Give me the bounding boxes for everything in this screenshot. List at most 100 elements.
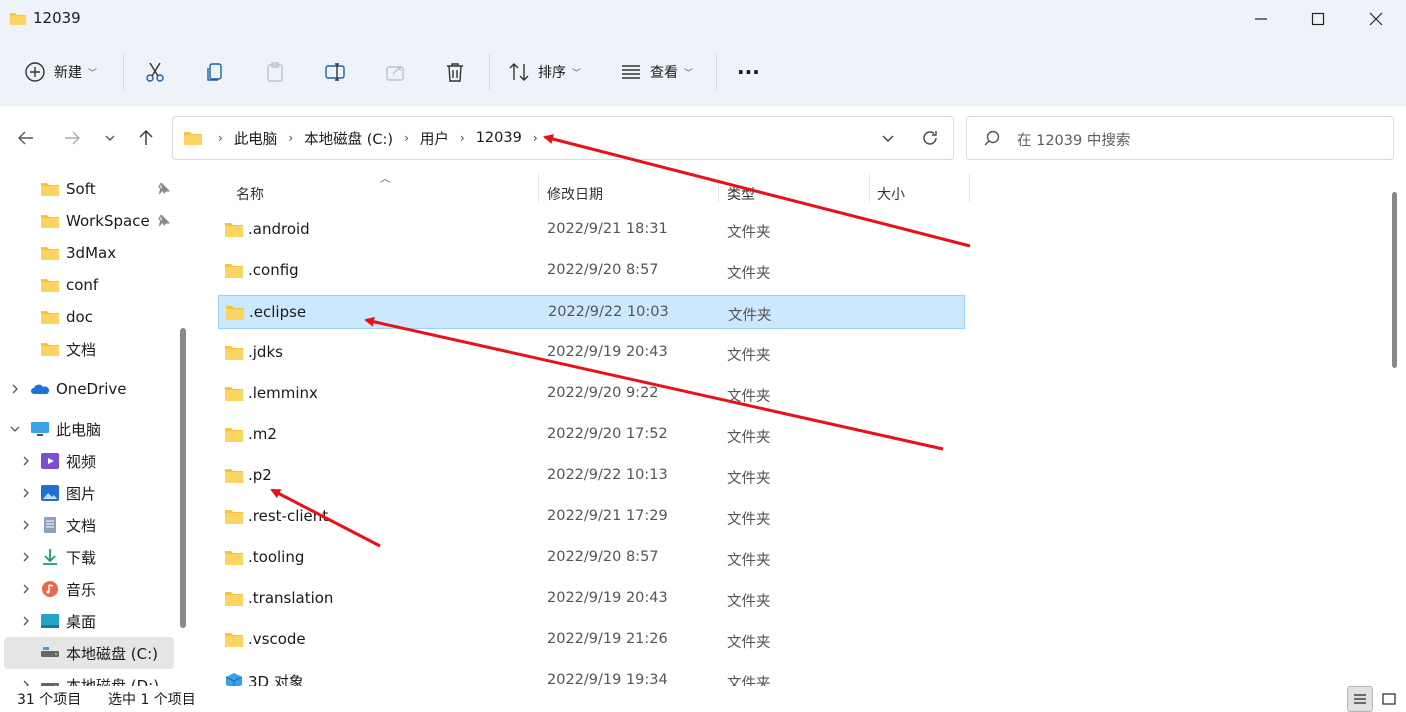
sidebar-scrollbar[interactable] [180, 328, 186, 628]
view-button[interactable]: 查看 ﹀ [620, 52, 693, 92]
sidebar-item-onedrive[interactable]: OneDrive [4, 373, 174, 405]
chevron-down-icon: ﹀ [88, 68, 98, 79]
file-type: 文件夹 [727, 389, 771, 405]
folder-icon [225, 428, 243, 442]
refresh-icon[interactable] [919, 127, 941, 149]
sidebar-item-soft[interactable]: Soft [4, 173, 174, 205]
file-name: .lemminx [248, 384, 318, 402]
sidebar-item-3dmax[interactable]: 3dMax [4, 237, 174, 269]
sidebar-item-documents-folder[interactable]: 文档 [4, 333, 174, 365]
sidebar-item-this-pc[interactable]: 此电脑 [4, 413, 174, 445]
column-header-size[interactable]: 大小 [877, 176, 905, 212]
cut-button[interactable] [144, 52, 166, 92]
folder-icon [41, 247, 59, 260]
file-type: 文件夹 [727, 635, 771, 651]
sidebar-item-label: 图片 [66, 484, 97, 503]
column-header-type[interactable]: 类型 [727, 176, 755, 212]
sidebar-item-desktop[interactable]: 桌面 [4, 605, 174, 637]
forward-button[interactable] [60, 126, 84, 150]
copy-button[interactable] [204, 52, 226, 92]
delete-button[interactable] [444, 52, 466, 92]
share-icon [386, 66, 404, 81]
tiles-view-button[interactable] [1376, 686, 1402, 712]
file-row[interactable]: .tooling 2022/9/20 8:57 文件夹 [218, 541, 965, 575]
sort-icon [509, 63, 529, 81]
file-row[interactable]: .m2 2022/9/20 17:52 文件夹 [218, 418, 965, 452]
file-row[interactable]: .jdks 2022/9/19 20:43 文件夹 [218, 336, 965, 370]
sidebar-item-conf[interactable]: conf [4, 269, 174, 301]
column-divider[interactable] [969, 174, 970, 202]
recent-locations-button[interactable] [98, 126, 122, 150]
paste-button[interactable] [264, 52, 286, 92]
file-row[interactable]: .translation 2022/9/19 20:43 文件夹 [218, 582, 965, 616]
file-row[interactable]: .p2 2022/9/22 10:13 文件夹 [218, 459, 965, 493]
search-box[interactable]: 在 12039 中搜索 [966, 116, 1394, 160]
sidebar-item-local-disk-d[interactable]: 本地磁盘 (D:) [4, 669, 174, 686]
toolbar-divider [123, 54, 124, 90]
sidebar-item-label: OneDrive [56, 380, 127, 398]
file-date: 2022/9/20 8:57 [547, 262, 659, 278]
folder-icon [225, 592, 243, 606]
details-view-button[interactable] [1347, 686, 1373, 712]
more-button[interactable]: ··· [737, 52, 760, 92]
file-row[interactable]: .rest-client 2022/9/21 17:29 文件夹 [218, 500, 965, 534]
column-divider[interactable] [869, 174, 870, 202]
sidebar-item-music[interactable]: 音乐 [4, 573, 174, 605]
file-row[interactable]: .android 2022/9/21 18:31 文件夹 [218, 213, 965, 247]
address-history-chevron-icon[interactable] [877, 127, 899, 149]
breadcrumb-item[interactable]: 用户 [420, 128, 449, 149]
address-row: › 此电脑 › 本地磁盘 (C:) › 用户 › 12039 › 在 12039… [0, 106, 1406, 168]
maximize-icon [1311, 12, 1325, 26]
column-divider[interactable] [718, 174, 719, 202]
toolbar-divider [489, 54, 490, 90]
breadcrumb-item[interactable]: 此电脑 [234, 128, 278, 149]
rename-button[interactable] [324, 52, 346, 92]
rename-icon [325, 63, 345, 81]
sidebar-item-doc[interactable]: doc [4, 301, 174, 333]
trash-icon [447, 63, 463, 82]
address-bar[interactable]: › 此电脑 › 本地磁盘 (C:) › 用户 › 12039 › [172, 116, 954, 160]
file-name: .m2 [248, 425, 277, 443]
sidebar-item-pictures[interactable]: 图片 [4, 477, 174, 509]
sidebar-item-label: 音乐 [66, 580, 97, 599]
file-row[interactable]: .vscode 2022/9/19 21:26 文件夹 [218, 623, 965, 657]
file-row[interactable]: .eclipse 2022/9/22 10:03 文件夹 [218, 295, 965, 329]
folder-icon [41, 183, 59, 196]
sidebar-item-documents[interactable]: 文档 [4, 509, 174, 541]
search-placeholder: 在 12039 中搜索 [1017, 133, 1131, 149]
sort-button[interactable]: 排序 ﹀ [508, 52, 581, 92]
new-button[interactable]: 新建 ﹀ [24, 52, 97, 92]
view-list-icon [622, 65, 640, 79]
sidebar-item-local-disk-c[interactable]: 本地磁盘 (C:) [4, 637, 174, 669]
file-name: .android [248, 220, 310, 238]
file-name: .rest-client [248, 507, 329, 525]
file-name: .vscode [248, 630, 306, 648]
new-label: 新建 [54, 65, 82, 81]
file-date: 2022/9/22 10:03 [548, 304, 669, 320]
file-row[interactable]: .config 2022/9/20 8:57 文件夹 [218, 254, 965, 288]
file-list-scrollbar[interactable] [1392, 192, 1397, 368]
back-button[interactable] [14, 126, 38, 150]
up-button[interactable] [134, 126, 158, 150]
sort-label: 排序 [538, 65, 566, 81]
onedrive-icon [31, 384, 50, 394]
file-row[interactable]: .lemminx 2022/9/20 9:22 文件夹 [218, 377, 965, 411]
music-icon [42, 581, 58, 597]
share-button[interactable] [384, 52, 406, 92]
breadcrumb-item[interactable]: 本地磁盘 (C:) [304, 128, 393, 149]
file-row[interactable]: 3D 对象 2022/9/19 19:34 文件夹 [218, 664, 965, 686]
close-button[interactable] [1347, 0, 1405, 38]
chevron-right-icon: › [218, 131, 223, 145]
folder-icon [225, 469, 243, 483]
file-type: 文件夹 [728, 308, 772, 324]
breadcrumb-item[interactable]: 12039 [476, 130, 522, 146]
sidebar-item-videos[interactable]: 视频 [4, 445, 174, 477]
minimize-button[interactable] [1232, 0, 1290, 38]
maximize-button[interactable] [1289, 0, 1347, 38]
column-divider[interactable] [538, 174, 539, 202]
column-header-date[interactable]: 修改日期 [547, 176, 603, 212]
sidebar-item-workspace[interactable]: WorkSpace [4, 205, 174, 237]
column-header-name[interactable]: 名称 [236, 176, 264, 212]
file-name: 3D 对象 [248, 673, 304, 686]
sidebar-item-downloads[interactable]: 下载 [4, 541, 174, 573]
